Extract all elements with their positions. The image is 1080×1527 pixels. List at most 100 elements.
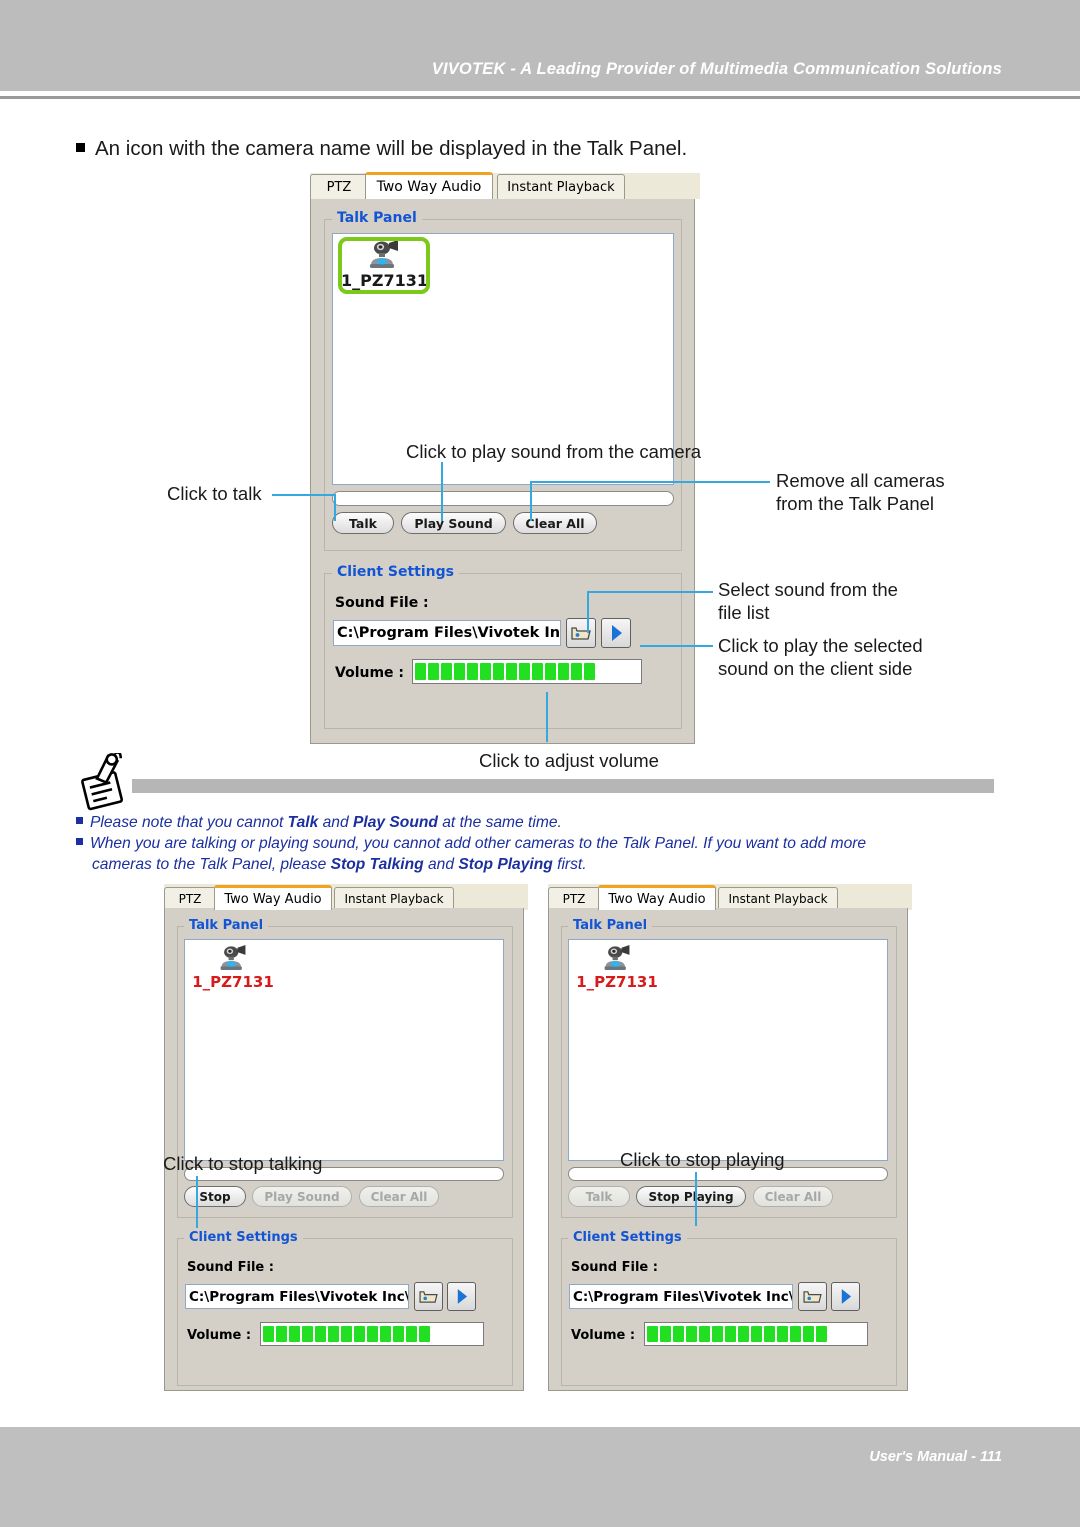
browse-sound-file-button-playing[interactable] [798,1282,827,1311]
camera-item-talking[interactable]: 1_PZ7131 [191,944,275,991]
header-divider-rule [0,96,1080,99]
panel-body-main: Talk Panel 1_PZ7131 Talk Play Sound Clea… [310,199,695,744]
talk-volume-slider-main[interactable] [332,491,674,506]
note-line-1: Please note that you cannot Talk and Pla… [76,812,1036,834]
sound-file-input-playing[interactable]: C:\Program Files\Vivotek Inc\V/ [569,1284,793,1309]
camera-icon [220,945,246,970]
sound-file-label-main: Sound File : [335,595,429,611]
stop-button-talking[interactable]: Stop [184,1186,246,1207]
volume-bar-talking[interactable] [260,1322,484,1346]
note-1-c: and [318,814,353,831]
bullet-square-icon [76,143,85,153]
talk-panel-title-talking: Talk Panel [184,918,269,933]
tab-instant-playback-playing[interactable]: Instant Playback [718,887,838,910]
camera-name-label-playing: 1_PZ7131 [576,973,658,991]
note-2-f: first. [552,856,587,873]
tab-two-way-audio-label-playing: Two Way Audio [608,891,706,907]
tab-instant-playback[interactable]: Instant Playback [497,174,625,199]
callout-adjust-volume: Click to adjust volume [479,750,659,771]
tab-two-way-audio-talking[interactable]: Two Way Audio [214,885,332,910]
camera-list-playing[interactable]: 1_PZ7131 [568,939,888,1161]
tab-ptz-label-talking: PTZ [178,892,202,906]
clear-all-button-playing: Clear All [753,1186,833,1207]
page-header-title: VIVOTEK - A Leading Provider of Multimed… [431,60,1002,78]
client-settings-title-main: Client Settings [332,564,459,580]
stop-button-label: Stop [199,1189,231,1204]
sound-file-label-talking: Sound File : [187,1260,274,1275]
camera-selection-highlight [338,237,430,294]
stop-playing-button[interactable]: Stop Playing [636,1186,746,1207]
callout-remove-all-l1: Remove all cameras [776,470,945,491]
play-triangle-icon [612,625,622,641]
two-way-audio-panel-talking: PTZ Two Way Audio Instant Playback Talk … [164,883,528,1391]
tabstrip-playing: PTZ Two Way Audio Instant Playback [548,883,912,910]
clear-all-button-label: Clear All [525,515,585,531]
note-2-e: Stop Playing [458,856,553,873]
volume-bar-playing[interactable] [644,1322,868,1346]
play-sound-button-talking: Play Sound [252,1186,352,1207]
callout-play-from-camera: Click to play sound from the camera [406,441,702,462]
note-bullet-square-icon-1 [76,817,83,825]
talk-button-playing: Talk [568,1186,630,1207]
clear-all-button-label-talking: Clear All [370,1189,428,1204]
sound-file-value-main: C:\Program Files\Vivotek Inc\S1 [337,625,561,641]
leader-play-client-h [640,645,713,647]
leader-adjust-volume-v [546,692,548,742]
tab-ptz[interactable]: PTZ [310,174,368,199]
leader-remove-all-v [530,481,532,521]
tab-instant-playback-talking[interactable]: Instant Playback [334,887,454,910]
note-2-c: Stop Talking [330,856,424,873]
play-sound-button-main[interactable]: Play Sound [401,512,506,534]
sound-file-input-talking[interactable]: C:\Program Files\Vivotek Inc\V/ [185,1284,409,1309]
play-sound-client-button-main[interactable] [601,618,631,648]
callout-stop-playing: Click to stop playing [620,1149,785,1170]
talk-panel-title-main: Talk Panel [332,210,422,226]
volume-label-playing: Volume : [571,1328,636,1343]
play-sound-client-button-talking[interactable] [447,1282,476,1311]
tab-two-way-audio[interactable]: Two Way Audio [365,172,493,199]
sound-file-value-talking: C:\Program Files\Vivotek Inc\V/ [189,1288,409,1305]
folder-open-icon [803,1291,822,1303]
note-1-d: Play Sound [352,814,438,831]
tab-two-way-audio-label: Two Way Audio [376,179,482,195]
leader-stop-playing-v [695,1172,697,1226]
talk-panel-title-playing: Talk Panel [568,918,653,933]
sound-file-label-playing: Sound File : [571,1260,658,1275]
clear-all-button-label-playing: Clear All [764,1189,822,1204]
volume-bar-main[interactable] [412,659,642,684]
play-triangle-icon [841,1289,852,1304]
page-footer-text: User's Manual - 111 [869,1449,1002,1465]
note-line-2-cont: cameras to the Talk Panel, please Stop T… [92,854,1052,876]
play-sound-client-button-playing[interactable] [831,1282,860,1311]
browse-sound-file-button-talking[interactable] [414,1282,443,1311]
tabstrip-talking: PTZ Two Way Audio Instant Playback [164,883,528,910]
talk-button-main[interactable]: Talk [332,512,394,534]
note-bullet-square-icon-2 [76,838,83,846]
note-line-2: When you are talking or playing sound, y… [76,833,1036,855]
leader-select-sound-v [587,591,589,633]
clear-all-button-main[interactable]: Clear All [513,512,597,534]
play-triangle-icon [457,1289,468,1304]
leader-select-sound-h [587,591,713,593]
two-way-audio-panel-playing: PTZ Two Way Audio Instant Playback Talk … [548,883,912,1391]
tab-two-way-audio-playing[interactable]: Two Way Audio [598,885,716,910]
folder-open-icon [419,1291,438,1303]
callout-remove-all-l2: from the Talk Panel [776,493,935,514]
callout-click-to-talk: Click to talk [167,483,262,504]
callout-play-client-l2: sound on the client side [718,658,913,679]
tab-ptz-talking[interactable]: PTZ [164,887,216,910]
tab-instant-playback-label-talking: Instant Playback [344,892,444,906]
tab-instant-playback-label: Instant Playback [507,179,615,195]
browse-sound-file-button-main[interactable] [566,618,596,648]
intro-bullet-text: An icon with the camera name will be dis… [95,137,688,160]
note-1-b: Talk [287,814,319,831]
sound-file-input-main[interactable]: C:\Program Files\Vivotek Inc\S1 [333,620,561,646]
note-separator-bar [132,779,994,793]
panel-body-talking: Talk Panel 1_PZ7131 Stop Play Sound Clea… [164,908,524,1391]
camera-item-playing[interactable]: 1_PZ7131 [575,944,659,991]
sound-file-value-playing: C:\Program Files\Vivotek Inc\V/ [573,1288,793,1305]
clear-all-button-talking: Clear All [359,1186,439,1207]
tab-ptz-playing[interactable]: PTZ [548,887,600,910]
camera-list-talking[interactable]: 1_PZ7131 [184,939,504,1161]
tab-two-way-audio-label-talking: Two Way Audio [224,891,322,907]
